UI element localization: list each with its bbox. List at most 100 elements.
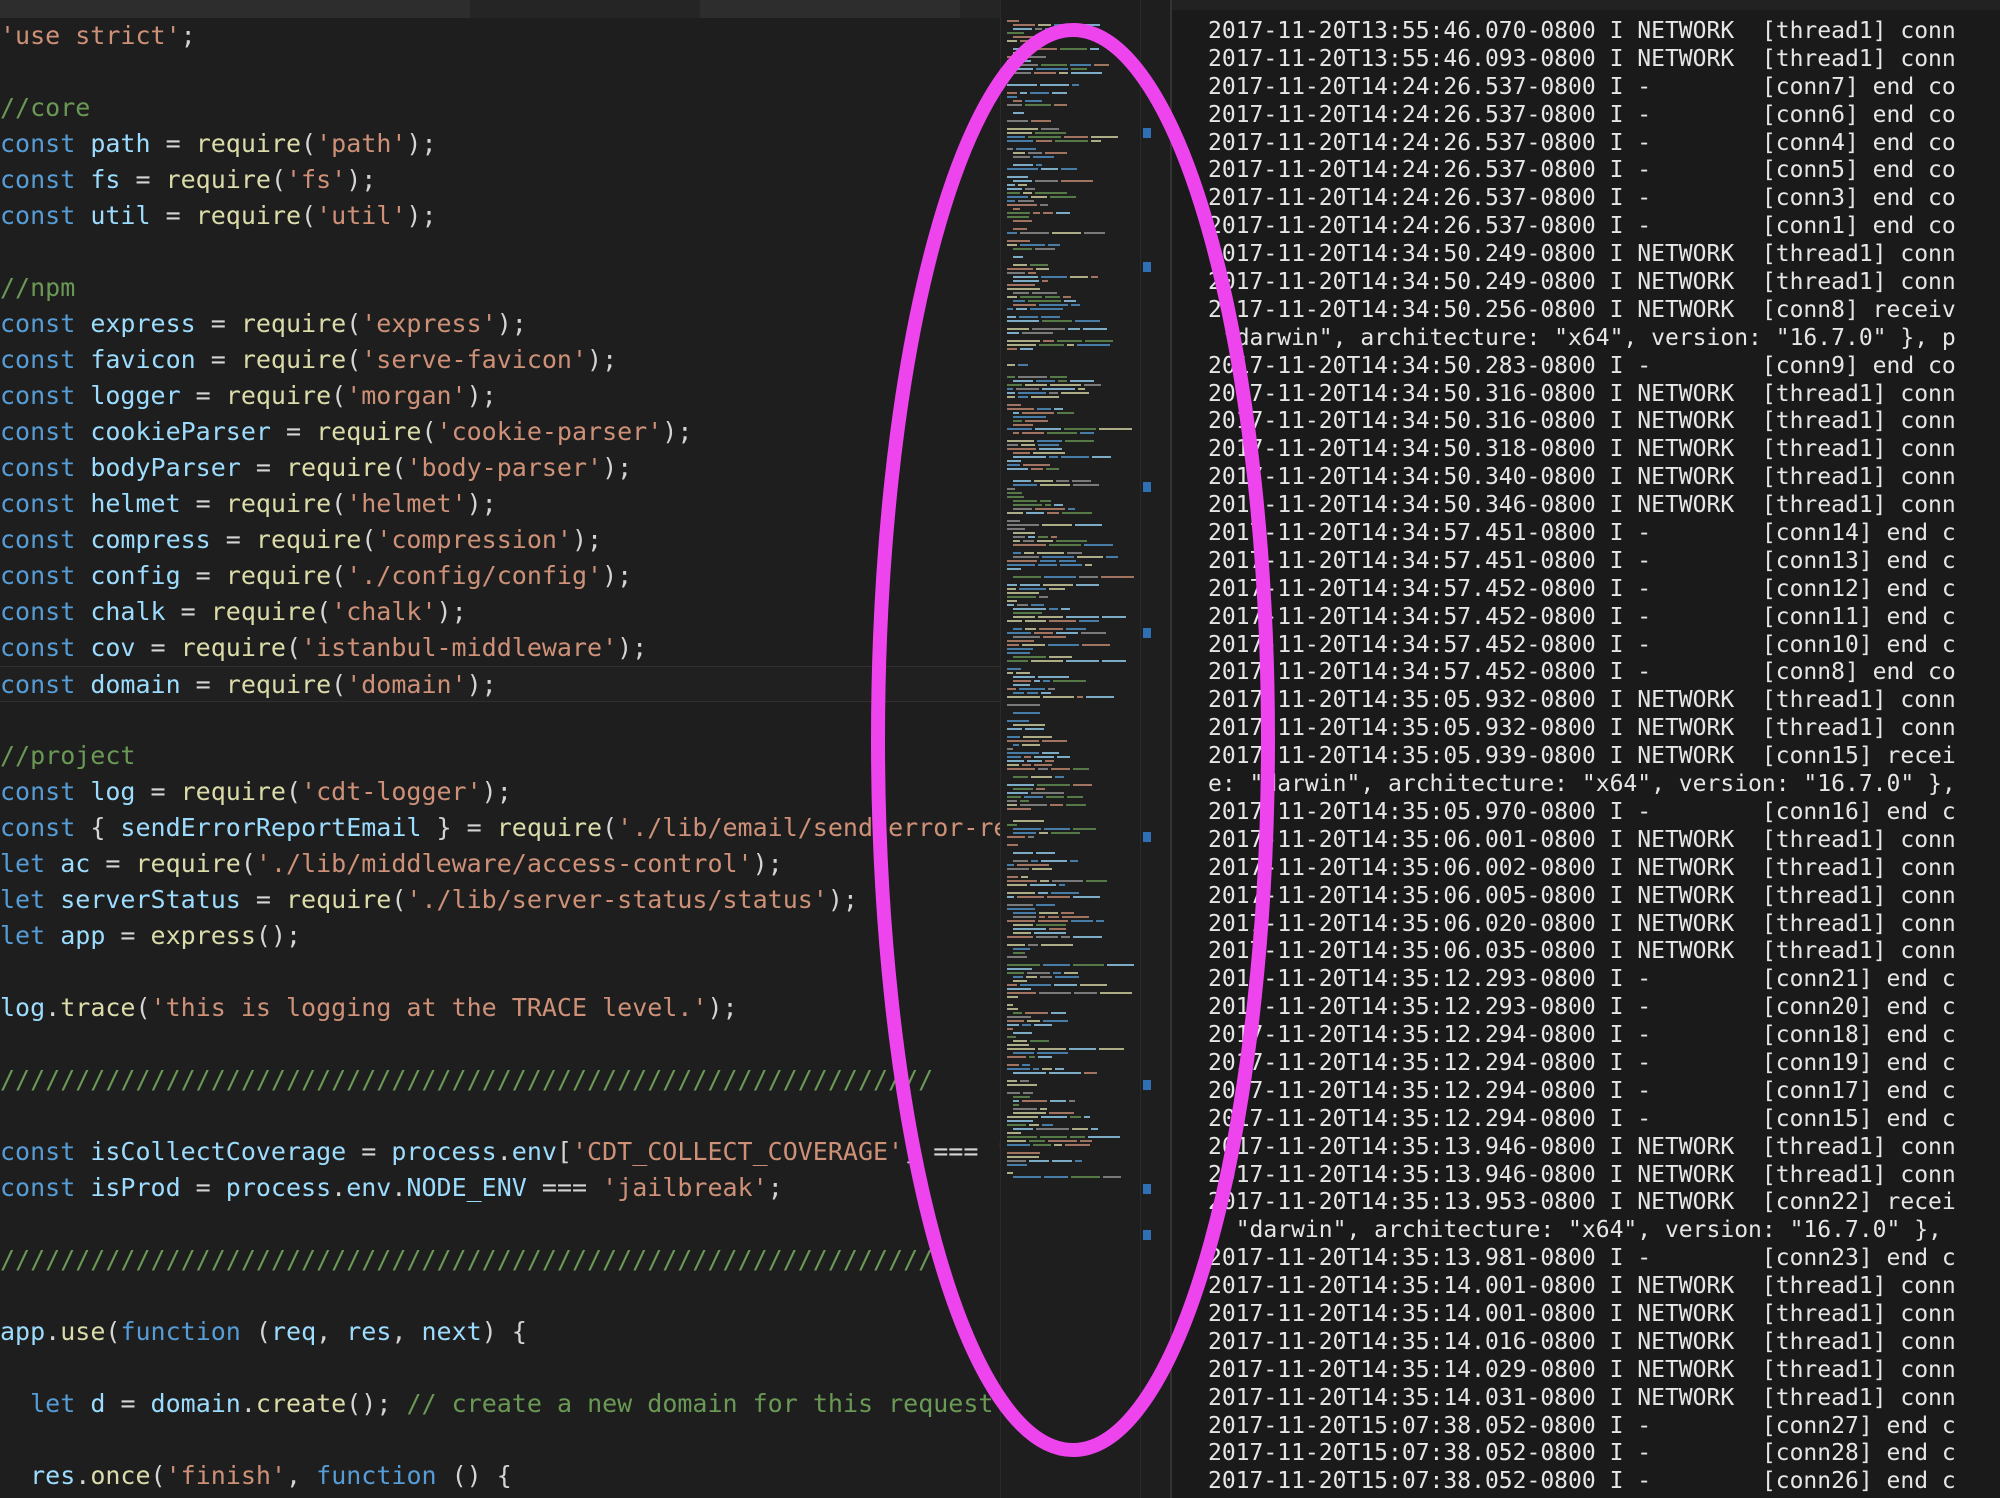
minimap-code-mark (1013, 532, 1035, 534)
code-line[interactable]: const fs = require('fs'); (0, 162, 1000, 198)
minimap-code-mark (1013, 152, 1025, 154)
code-line[interactable]: const cookieParser = require('cookie-par… (0, 414, 1000, 450)
code-line[interactable]: log.trace('this is logging at the TRACE … (0, 990, 1000, 1026)
code-token: require (225, 561, 332, 590)
code-line[interactable]: res.once('finish', function () { (0, 1458, 1000, 1494)
editor-tab[interactable] (0, 0, 470, 18)
code-token: ( (240, 849, 256, 878)
minimap-code-mark (1019, 588, 1046, 590)
code-line[interactable] (0, 1350, 1000, 1386)
code-line[interactable]: const logger = require('morgan'); (0, 378, 1000, 414)
code-line[interactable]: ////////////////////////////////////////… (0, 1242, 1000, 1278)
minimap[interactable] (1000, 0, 1141, 1498)
minimap-code-mark (1007, 1156, 1039, 1158)
code-line[interactable]: let app = express(); (0, 918, 1000, 954)
code-line[interactable]: const cov = require('istanbul-middleware… (0, 630, 1000, 666)
minimap-code-mark (1013, 100, 1022, 102)
code-token: require (180, 633, 286, 662)
code-line[interactable]: 'use strict'; (0, 18, 1000, 54)
code-line[interactable]: let ac = require('./lib/middleware/acces… (0, 846, 1000, 882)
code-line[interactable]: //npm (0, 270, 1000, 306)
code-line[interactable]: let d = domain.create(); // create a new… (0, 1386, 1000, 1422)
code-line[interactable]: const isCollectCoverage = process.env['C… (0, 1134, 1000, 1170)
code-line[interactable] (0, 54, 1000, 90)
code-line[interactable]: const path = require('path'); (0, 126, 1000, 162)
code-line[interactable]: ////////////////////////////////////////… (0, 1062, 1000, 1098)
minimap-code-mark (1053, 972, 1061, 974)
code-line[interactable]: const helmet = require('helmet'); (0, 486, 1000, 522)
minimap-code-mark (1033, 1068, 1039, 1070)
code-line[interactable] (0, 1098, 1000, 1134)
code-line[interactable] (0, 1422, 1000, 1458)
minimap-code-mark (1013, 1032, 1032, 1034)
minimap-code-mark (1102, 660, 1126, 662)
code-line[interactable]: const log = require('cdt-logger'); (0, 774, 1000, 810)
minimap-code-mark (1013, 504, 1042, 506)
code-line[interactable] (0, 1206, 1000, 1242)
editor-scrollbar[interactable] (1140, 0, 1171, 1498)
minimap-code-mark (1013, 156, 1030, 158)
minimap-code-mark (1039, 832, 1048, 834)
code-token: const (0, 489, 91, 518)
minimap-code-mark (1007, 1152, 1040, 1154)
code-line[interactable]: const util = require('util'); (0, 198, 1000, 234)
code-line[interactable]: const config = require('./config/config'… (0, 558, 1000, 594)
minimap-code-mark (1022, 1064, 1030, 1066)
code-line[interactable]: const { sendErrorReportEmail } = require… (0, 810, 1000, 846)
minimap-code-mark (1065, 1144, 1090, 1146)
minimap-code-mark (1007, 1124, 1026, 1126)
log-line: e: "darwin", architecture: "x64", versio… (1208, 771, 1956, 798)
minimap-code-mark (1007, 584, 1017, 586)
minimap-code-mark (1028, 536, 1035, 538)
code-line[interactable]: //core (0, 90, 1000, 126)
code-lines[interactable]: 'use strict'; //core const path = require… (0, 18, 1000, 1498)
minimap-code-mark (1035, 48, 1057, 50)
minimap-code-mark (1019, 688, 1045, 690)
minimap-code-mark (1035, 192, 1067, 194)
minimap-code-mark (1007, 640, 1034, 642)
log-line: 2017-11-20T14:34:57.452-0800 I - [conn8]… (1208, 659, 1956, 686)
code-token: // create a new domain for this request (406, 1389, 994, 1418)
code-token: ( (391, 453, 407, 482)
minimap-code-mark (1040, 560, 1056, 562)
minimap-code-mark (1007, 1068, 1030, 1070)
log-output[interactable]: 2017-11-20T13:55:46.070-0800 I NETWORK [… (1208, 18, 2000, 1496)
code-token: trace (60, 993, 136, 1022)
code-line[interactable] (0, 1026, 1000, 1062)
log-line: 2017-11-20T14:34:50.318-0800 I NETWORK [… (1208, 436, 1956, 463)
minimap-code-mark (1075, 320, 1100, 322)
minimap-code-mark (1042, 556, 1074, 558)
minimap-code-mark (1013, 508, 1032, 510)
editor-tab[interactable] (700, 0, 960, 18)
minimap-code-mark (1045, 504, 1051, 506)
code-line[interactable]: const bodyParser = require('body-parser'… (0, 450, 1000, 486)
code-editor-pane[interactable]: 'use strict'; //core const path = require… (0, 0, 1000, 1498)
code-line[interactable]: //project (0, 738, 1000, 774)
code-line[interactable] (0, 954, 1000, 990)
log-line: 2017-11-20T14:35:12.294-0800 I - [conn17… (1208, 1077, 1956, 1104)
minimap-code-mark (1039, 304, 1068, 306)
code-line[interactable] (0, 234, 1000, 270)
code-line[interactable]: const chalk = require('chalk'); (0, 594, 1000, 630)
minimap-code-mark (1013, 1012, 1022, 1014)
code-line[interactable]: const favicon = require('serve-favicon')… (0, 342, 1000, 378)
code-line[interactable]: const isProd = process.env.NODE_ENV === … (0, 1170, 1000, 1206)
code-token: use (60, 1317, 106, 1346)
terminal-pane[interactable]: 2017-11-20T13:55:46.070-0800 I NETWORK [… (1170, 0, 2000, 1498)
minimap-code-mark (1029, 1160, 1049, 1162)
minimap-code-mark (1007, 1016, 1031, 1018)
code-line[interactable]: let serverStatus = require('./lib/server… (0, 882, 1000, 918)
code-token: ( (270, 165, 286, 194)
code-line[interactable]: const compress = require('compression'); (0, 522, 1000, 558)
code-line[interactable]: app.use(function (req, res, next) { (0, 1314, 1000, 1350)
code-line[interactable] (0, 1278, 1000, 1314)
minimap-code-mark (1007, 696, 1040, 698)
code-token: ( (135, 993, 151, 1022)
minimap-code-mark (1007, 56, 1025, 58)
minimap-code-mark (1034, 72, 1056, 74)
code-token: domain (150, 1389, 241, 1418)
code-line[interactable]: const express = require('express'); (0, 306, 1000, 342)
code-line[interactable] (0, 702, 1000, 738)
code-line[interactable]: const domain = require('domain'); (0, 666, 1000, 702)
